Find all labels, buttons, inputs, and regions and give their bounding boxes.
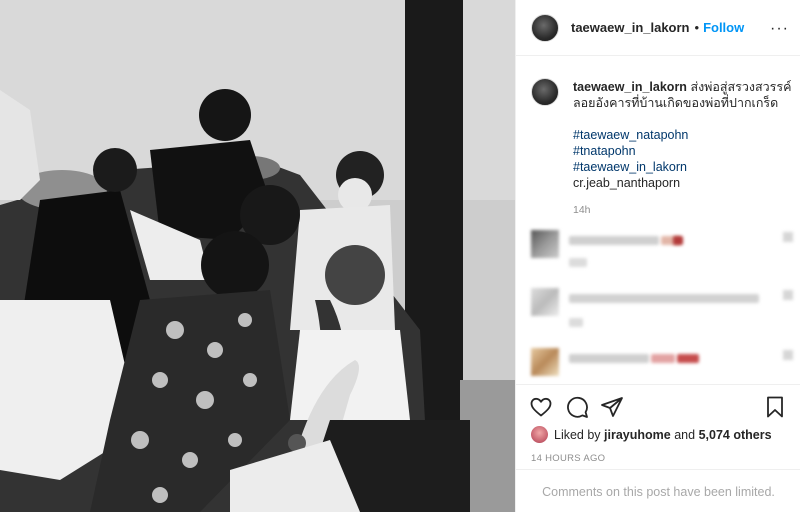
post-photo xyxy=(0,0,515,512)
blurred-comment xyxy=(531,348,793,388)
caption-text-line1: ส่งพ่อสู่สรวงสวรรค์ xyxy=(690,80,792,94)
photo-illustration xyxy=(0,0,515,512)
more-dots-icon[interactable]: ··· xyxy=(770,20,789,38)
likes-count[interactable]: 5,074 others xyxy=(699,428,772,442)
hashtag-link[interactable]: #tnatapohn xyxy=(573,143,795,159)
heart-icon[interactable] xyxy=(529,395,553,419)
post-header: taewaew_in_lakorn • Follow ··· xyxy=(516,0,800,56)
liker-avatar[interactable] xyxy=(531,426,548,443)
heart-icon[interactable] xyxy=(783,290,793,300)
bookmark-icon[interactable] xyxy=(763,395,787,419)
paper-plane-icon[interactable] xyxy=(600,395,624,419)
hashtag-link[interactable]: #taewaew_in_lakorn xyxy=(573,159,795,175)
action-icons xyxy=(529,395,789,419)
caption-time[interactable]: 14h xyxy=(573,202,795,218)
separator-dot: • xyxy=(694,20,700,35)
author-username[interactable]: taewaew_in_lakorn xyxy=(571,20,690,35)
follow-button[interactable]: Follow xyxy=(703,20,744,35)
liked-by-and: and xyxy=(674,427,696,442)
liked-by-user[interactable]: jirayuhome xyxy=(604,428,671,442)
author-avatar[interactable] xyxy=(531,13,559,42)
liked-by-prefix: Liked by xyxy=(554,427,601,442)
blurred-comment xyxy=(531,288,793,328)
commenter-avatar xyxy=(531,230,559,258)
caption-credit: cr.jeab_nanthaporn xyxy=(573,176,681,190)
caption-body: taewaew_in_lakorn ส่งพ่อสู่สรวงสวรรค์ ลอ… xyxy=(573,79,795,218)
heart-icon[interactable] xyxy=(783,350,793,360)
commenter-avatar xyxy=(531,348,559,376)
post-actions: Liked by jirayuhome and 5,074 others 14 … xyxy=(516,384,800,512)
caption-username[interactable]: taewaew_in_lakorn xyxy=(573,80,687,94)
caption-text-line2: ลอยอังคารที่บ้านเกิดของพ่อที่ปากเกร็ด xyxy=(573,96,779,110)
post-timestamp[interactable]: 14 HOURS AGO xyxy=(531,453,605,464)
comments-limited-notice: Comments on this post have been limited. xyxy=(516,469,800,512)
post-side-panel: taewaew_in_lakorn • Follow ··· taewaew_i… xyxy=(515,0,800,512)
blurred-comment xyxy=(531,230,793,270)
comment-bubble-icon[interactable] xyxy=(565,395,589,419)
commenter-avatar xyxy=(531,288,559,316)
hashtag-link[interactable]: #taewaew_natapohn xyxy=(573,127,795,143)
caption-avatar[interactable] xyxy=(531,78,559,106)
heart-icon[interactable] xyxy=(783,232,793,242)
liked-by-row: Liked by jirayuhome and 5,074 others xyxy=(531,426,772,443)
